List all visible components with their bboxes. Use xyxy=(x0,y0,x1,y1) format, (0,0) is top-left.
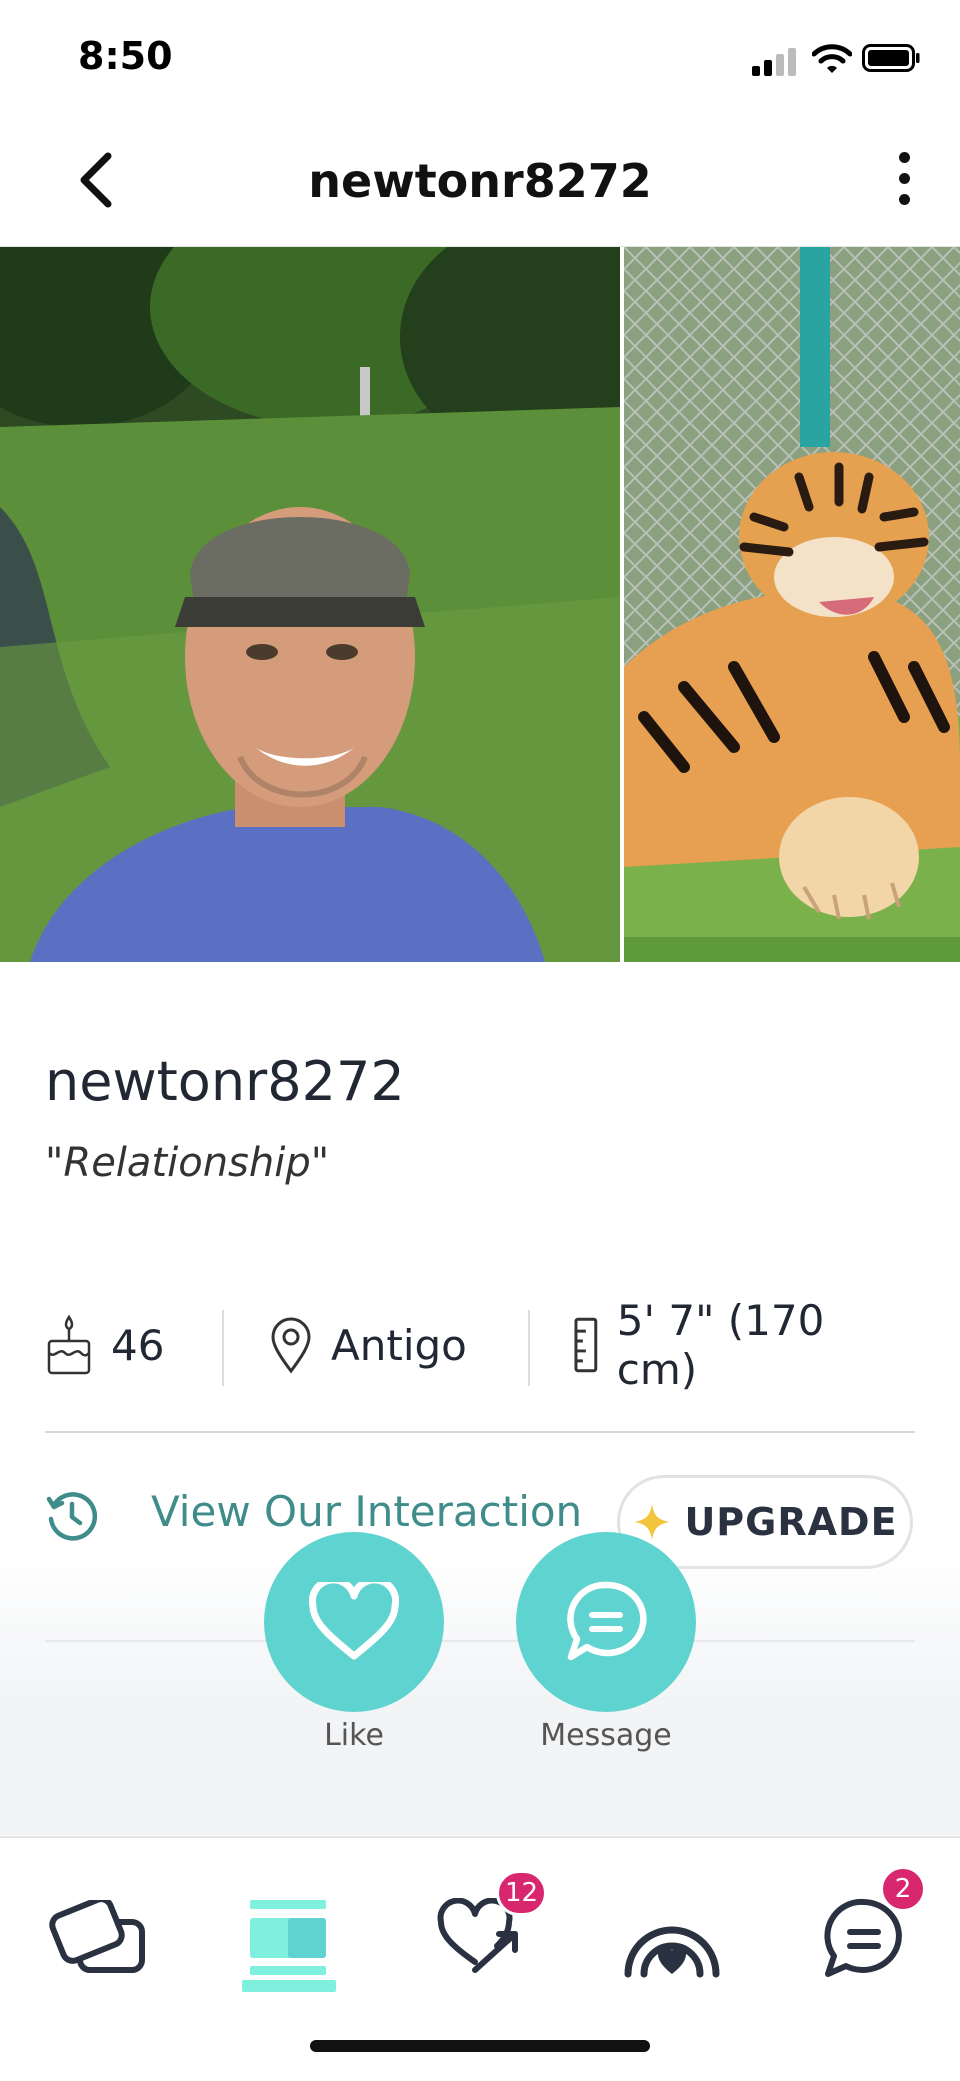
age-value: 46 xyxy=(111,1320,165,1370)
height-value: 5' 7" (170 cm) xyxy=(616,1296,825,1394)
dot xyxy=(898,152,910,163)
upgrade-label: UPGRADE xyxy=(684,1500,898,1544)
like-label: Like xyxy=(324,1718,384,1753)
view-interaction-link[interactable]: View Our Interaction xyxy=(151,1487,582,1536)
profiles-list-icon xyxy=(250,1900,326,1975)
history-icon xyxy=(46,1492,97,1541)
message-button[interactable] xyxy=(516,1532,696,1712)
tab-likes[interactable]: 12 xyxy=(420,1870,548,1998)
status-bar: 8:50 xyxy=(0,0,960,118)
section-divider xyxy=(45,1431,915,1433)
sparkle-icon xyxy=(634,1504,671,1540)
home-indicator xyxy=(310,2040,650,2052)
like-button[interactable] xyxy=(264,1532,444,1712)
ruler-icon xyxy=(574,1317,598,1373)
messages-badge: 2 xyxy=(880,1866,926,1912)
height-stat: 5' 7" (170 cm) xyxy=(573,1296,915,1394)
signal-icon xyxy=(752,46,798,76)
profile-photo-tiger[interactable] xyxy=(624,247,960,962)
birthday-cake-icon xyxy=(47,1314,91,1375)
tab-nearby[interactable] xyxy=(612,1878,732,1998)
nav-header: newtonr8272 xyxy=(0,118,960,247)
dot xyxy=(898,194,910,205)
chat-bubble-icon xyxy=(567,1581,647,1661)
dot xyxy=(898,173,910,184)
wifi-icon xyxy=(812,44,852,73)
page-title: newtonr8272 xyxy=(308,154,652,208)
heart-icon xyxy=(309,1582,399,1660)
tab-messages[interactable]: 2 xyxy=(804,1866,926,1998)
more-options-button[interactable] xyxy=(886,146,922,216)
message-label: Message xyxy=(540,1718,672,1753)
battery-icon xyxy=(862,44,920,72)
profile-username: newtonr8272 xyxy=(45,1050,405,1113)
location-stat: Antigo xyxy=(269,1300,467,1390)
photo-gallery xyxy=(0,247,960,962)
location-value: Antigo xyxy=(331,1320,467,1370)
tab-discover[interactable] xyxy=(38,1878,158,1998)
cards-icon xyxy=(49,1900,145,1973)
location-pin-icon xyxy=(271,1317,311,1374)
active-tab-indicator xyxy=(242,1980,336,1992)
divider xyxy=(222,1310,224,1386)
section-divider-faint xyxy=(45,1640,915,1642)
content-fade xyxy=(0,1545,960,1835)
divider xyxy=(528,1310,530,1386)
radar-heart-icon xyxy=(624,1926,720,1978)
status-time: 8:50 xyxy=(78,34,173,78)
likes-badge: 12 xyxy=(496,1870,548,1916)
profile-photo-selfie[interactable] xyxy=(0,247,620,962)
age-stat: 46 xyxy=(45,1300,164,1390)
profile-stats: 46 Antigo 5' 7" (170 cm) xyxy=(45,1296,915,1394)
relationship-intent: "Relationship" xyxy=(45,1140,330,1186)
